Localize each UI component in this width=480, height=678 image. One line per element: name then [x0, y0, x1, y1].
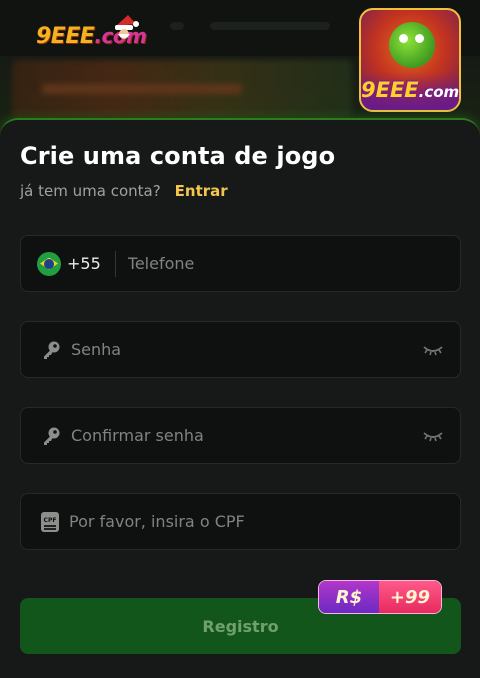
page: 9EEE.com 9EEE.com Crie uma conta de jogo… — [0, 0, 480, 678]
bonus-amount: +99 — [379, 581, 441, 613]
login-link[interactable]: Entrar — [175, 182, 228, 200]
phone-input[interactable] — [127, 236, 460, 291]
site-logo-main: 9EEE — [36, 23, 95, 49]
app-icon-label: 9EEE.com — [361, 78, 459, 102]
password-field[interactable] — [20, 321, 461, 378]
cpf-icon-label: CPF — [43, 516, 57, 524]
modal-title: Crie uma conta de jogo — [20, 142, 336, 170]
phone-field[interactable]: +55 — [20, 235, 461, 292]
mascot-eye — [415, 34, 424, 43]
bonus-badge: R$ +99 — [318, 580, 442, 614]
confirm-password-input[interactable] — [71, 408, 422, 463]
brazil-flag-icon — [37, 251, 61, 276]
modal-subtitle: já tem uma conta? — [20, 182, 161, 200]
eye-closed-icon[interactable] — [422, 429, 444, 443]
key-icon — [44, 427, 60, 445]
app-icon-main: 9EEE — [361, 78, 419, 102]
app-icon[interactable]: 9EEE.com — [359, 8, 461, 112]
bonus-currency: R$ — [319, 581, 379, 613]
cpf-field[interactable]: CPF — [20, 493, 461, 550]
register-modal: Crie uma conta de jogo já tem uma conta?… — [0, 118, 480, 678]
confirm-password-field[interactable] — [20, 407, 461, 464]
eye-closed-icon[interactable] — [422, 343, 444, 357]
mascot-eye — [399, 34, 408, 43]
cpf-input[interactable] — [69, 494, 460, 549]
nav-ghost-item — [210, 22, 330, 30]
banner-stripe — [42, 84, 242, 94]
mascot-image — [389, 22, 435, 68]
field-divider — [114, 250, 116, 277]
cpf-card-icon: CPF — [41, 511, 59, 532]
password-input[interactable] — [71, 322, 422, 377]
santa-hat-icon — [115, 15, 139, 39]
background-banner — [12, 60, 352, 118]
nav-ghost-item — [170, 22, 184, 30]
app-icon-suffix: .com — [418, 83, 460, 101]
key-icon — [44, 341, 60, 359]
subtitle-row: já tem uma conta? Entrar — [20, 182, 228, 200]
country-code[interactable]: +55 — [67, 254, 101, 273]
